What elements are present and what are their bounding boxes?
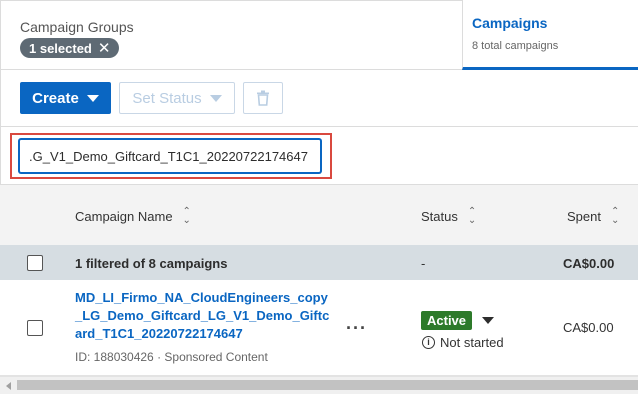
status-note-text: Not started xyxy=(440,335,504,350)
more-actions-icon[interactable]: ··· xyxy=(346,318,367,339)
horizontal-scrollbar[interactable] xyxy=(0,376,638,394)
footer-spacer xyxy=(0,394,638,406)
column-header-status[interactable]: Status ⌃ ⌄ xyxy=(421,207,476,226)
status-note: i Not started xyxy=(422,335,504,350)
toolbar: Create Set Status xyxy=(0,70,638,127)
sort-icon[interactable]: ⌃ ⌄ xyxy=(611,207,619,226)
set-status-label: Set Status xyxy=(132,89,202,107)
create-button[interactable]: Create xyxy=(20,82,111,114)
column-header-spent[interactable]: Spent ⌃ ⌄ xyxy=(567,207,619,226)
summary-status: - xyxy=(421,256,426,271)
column-header-campaign-name[interactable]: Campaign Name ⌃ ⌄ xyxy=(75,207,191,226)
scroll-left-icon[interactable] xyxy=(6,382,11,390)
tab-campaigns[interactable]: Campaigns 8 total campaigns xyxy=(462,0,638,70)
info-icon: i xyxy=(422,336,435,349)
column-label: Campaign Name xyxy=(75,208,173,224)
campaigns-tab-subtitle: 8 total campaigns xyxy=(472,40,559,52)
delete-button[interactable] xyxy=(243,82,283,114)
row-checkbox[interactable] xyxy=(27,320,43,336)
page-header: Campaign Groups 1 selected ✕ Campaigns 8… xyxy=(0,0,638,70)
chevron-down-icon[interactable] xyxy=(482,317,494,324)
search-area xyxy=(0,127,638,184)
selected-chip-label: 1 selected xyxy=(29,40,92,56)
create-button-label: Create xyxy=(32,89,79,107)
campaigns-tab-label: Campaigns xyxy=(472,15,548,31)
search-input[interactable] xyxy=(19,139,321,173)
campaign-name-link[interactable]: MD_LI_Firmo_NA_CloudEngineers_copy_LG_De… xyxy=(75,289,330,343)
sort-icon[interactable]: ⌃ ⌄ xyxy=(183,207,191,226)
sort-icon[interactable]: ⌃ ⌄ xyxy=(468,207,476,226)
row-spent: CA$0.00 xyxy=(563,320,614,335)
table-row: MD_LI_Firmo_NA_CloudEngineers_copy_LG_De… xyxy=(0,280,638,376)
summary-text: 1 filtered of 8 campaigns xyxy=(75,256,228,271)
column-label: Spent xyxy=(567,208,601,224)
chevron-down-icon xyxy=(86,94,99,102)
campaign-groups-tab[interactable]: Campaign Groups 1 selected ✕ xyxy=(2,1,462,69)
campaign-groups-title: Campaign Groups xyxy=(20,19,134,35)
scrollbar-thumb[interactable] xyxy=(17,380,638,390)
summary-row: 1 filtered of 8 campaigns - CA$0.00 xyxy=(0,245,638,280)
select-all-checkbox[interactable] xyxy=(27,255,43,271)
trash-icon xyxy=(257,90,269,106)
column-label: Status xyxy=(421,208,458,224)
table-header: Campaign Name ⌃ ⌄ Status ⌃ ⌄ Spent ⌃ ⌄ xyxy=(0,184,638,245)
status-badge[interactable]: Active xyxy=(421,311,473,330)
set-status-button[interactable]: Set Status xyxy=(119,82,235,114)
summary-spent: CA$0.00 xyxy=(563,256,615,271)
chevron-down-icon xyxy=(209,94,222,102)
selected-filter-chip[interactable]: 1 selected ✕ xyxy=(20,38,120,58)
close-icon[interactable]: ✕ xyxy=(98,41,111,56)
campaign-meta: ID: 188030426 · Sponsored Content xyxy=(75,350,268,364)
